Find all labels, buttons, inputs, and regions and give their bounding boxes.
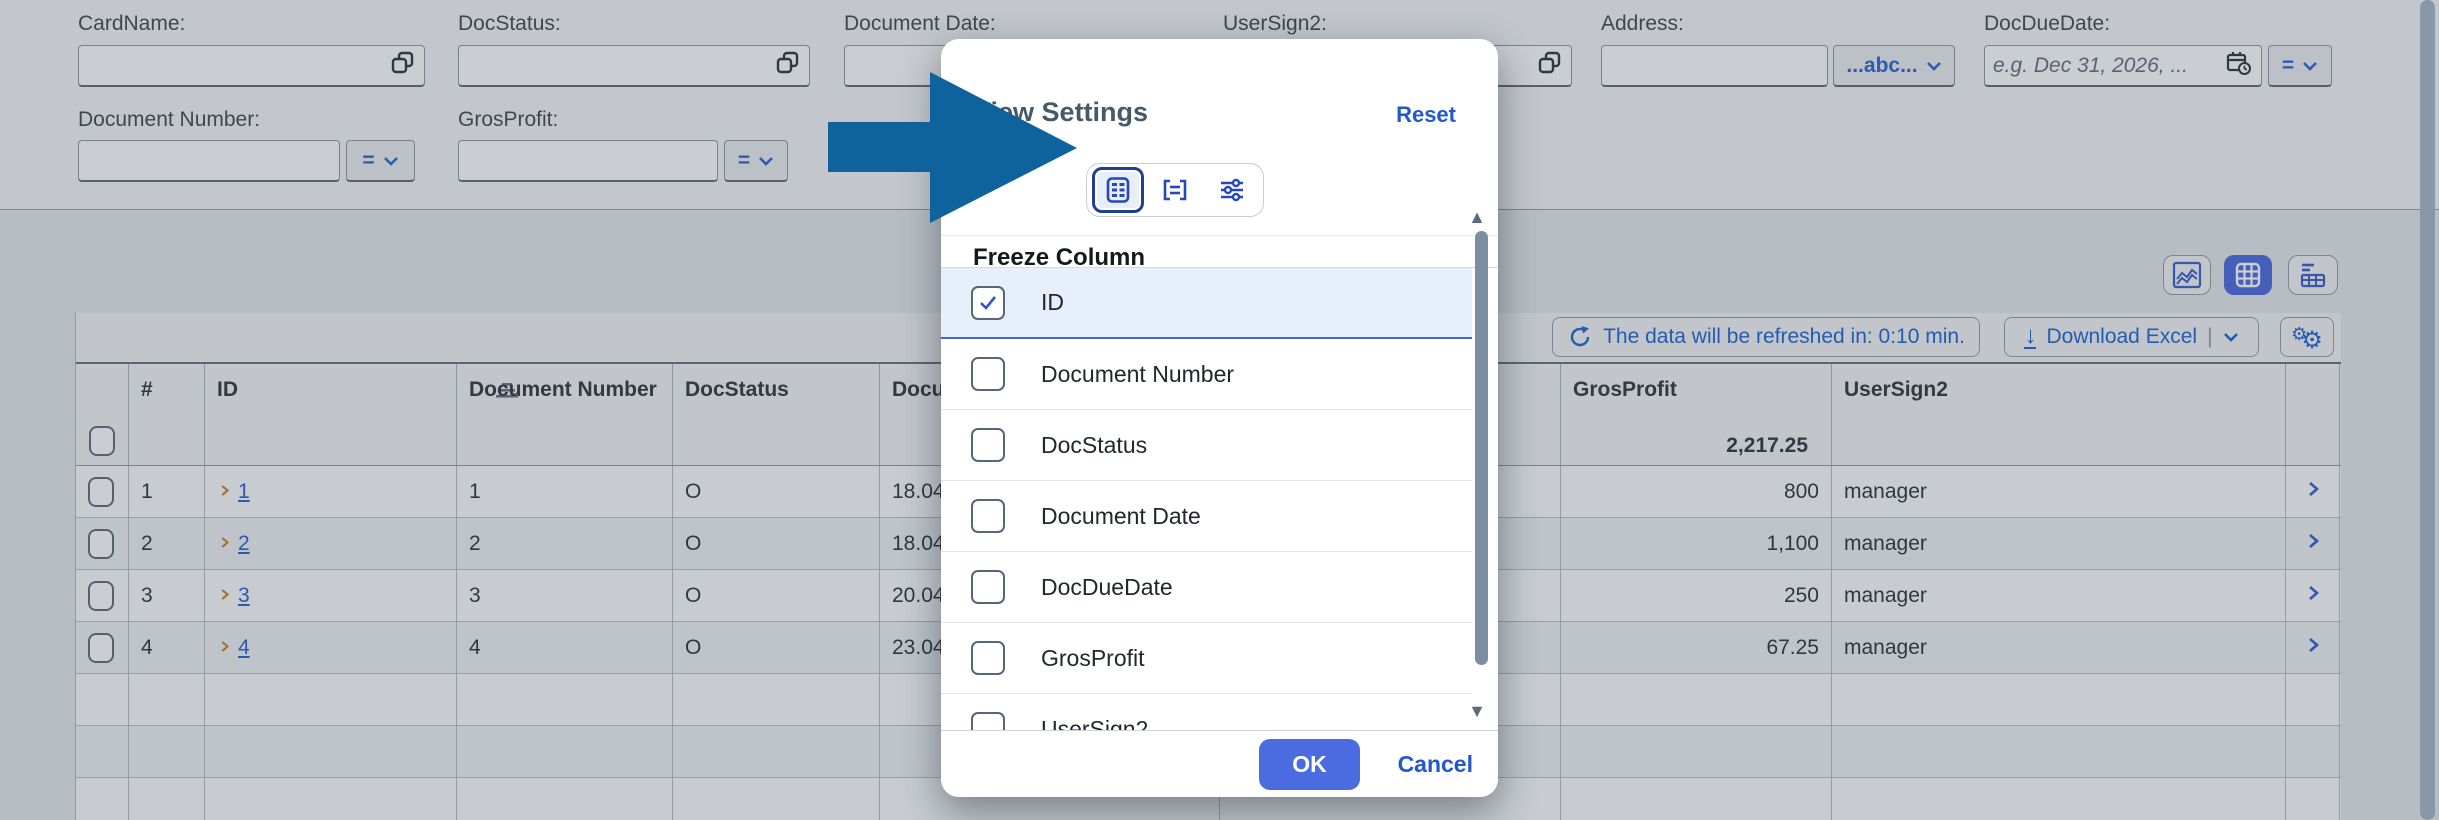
freeze-column-item[interactable]: DocDueDate <box>941 552 1472 623</box>
item-label: DocStatus <box>1041 431 1148 458</box>
item-label: GrosProfit <box>1041 644 1145 671</box>
dialog-title: View Settings <box>973 97 1149 127</box>
item-label: Document Date <box>1041 502 1201 529</box>
scroll-down-icon[interactable]: ▼ <box>1468 701 1486 722</box>
ok-button[interactable]: OK <box>1259 739 1360 790</box>
dialog-scrollbar-thumb[interactable] <box>1475 231 1488 665</box>
item-label: ID <box>1041 289 1064 315</box>
view-settings-dialog: View Settings Reset Freeze Column ID Doc… <box>941 39 1498 797</box>
tab-sort[interactable] <box>1150 167 1201 213</box>
sort-brackets-icon <box>1163 179 1187 201</box>
sliders-icon <box>1221 178 1244 202</box>
freeze-column-item[interactable]: Document Date <box>941 481 1472 552</box>
dialog-divider <box>941 235 1498 236</box>
item-checkbox[interactable] <box>971 570 1005 604</box>
dialog-footer: OK Cancel <box>941 730 1498 797</box>
freeze-column-list: ID Document Number DocStatus Document Date D… <box>941 268 1472 769</box>
item-checkbox[interactable] <box>971 285 1005 320</box>
freeze-column-item[interactable]: GrosProfit <box>941 623 1472 694</box>
freeze-column-item[interactable]: Document Number <box>941 339 1472 410</box>
freeze-column-item[interactable]: ID <box>941 268 1472 339</box>
settings-tab-strip <box>1086 163 1264 217</box>
freeze-column-item[interactable]: DocStatus <box>941 410 1472 481</box>
item-checkbox[interactable] <box>971 428 1005 462</box>
scroll-up-icon[interactable]: ▲ <box>1468 207 1486 228</box>
item-checkbox[interactable] <box>971 641 1005 675</box>
item-label: DocDueDate <box>1041 573 1173 600</box>
columns-table-icon <box>1106 177 1130 203</box>
cancel-button[interactable]: Cancel <box>1398 751 1473 778</box>
item-label: Document Number <box>1041 360 1235 387</box>
tab-filter[interactable] <box>1207 167 1258 213</box>
item-checkbox[interactable] <box>971 499 1005 533</box>
tab-columns[interactable] <box>1092 167 1144 213</box>
item-checkbox[interactable] <box>971 357 1005 391</box>
reset-button[interactable]: Reset <box>1396 102 1456 128</box>
